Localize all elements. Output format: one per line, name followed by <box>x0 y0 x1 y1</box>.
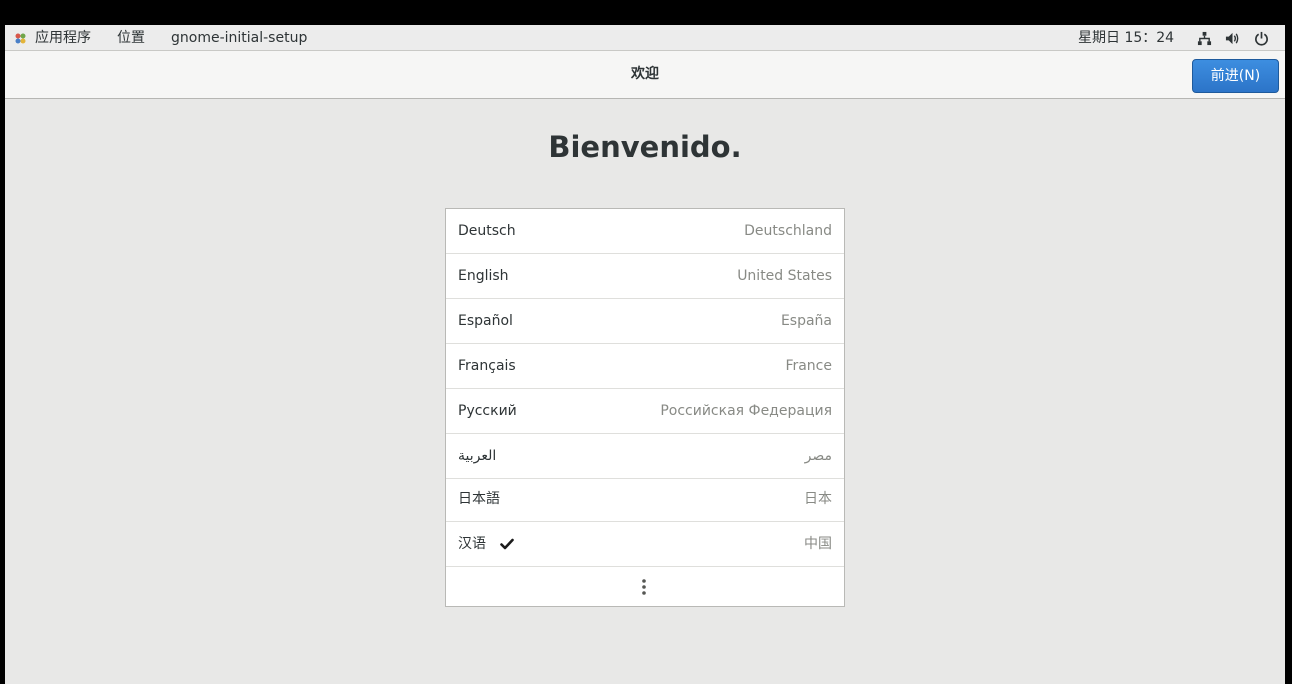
language-name: العربية <box>458 448 497 464</box>
more-languages-button[interactable] <box>446 567 844 606</box>
language-name: 汉语 <box>458 536 486 552</box>
apps-menu[interactable]: 应用程序 <box>35 25 91 51</box>
power-icon[interactable] <box>1254 31 1269 46</box>
volume-icon[interactable] <box>1225 31 1240 46</box>
language-name: 日本語 <box>458 491 500 507</box>
language-region: France <box>785 358 832 374</box>
language-name: Русский <box>458 403 517 419</box>
places-menu[interactable]: 位置 <box>117 25 145 51</box>
language-region: Российская Федерация <box>660 403 832 419</box>
screen: 应用程序 位置 gnome-initial-setup 星期日 15：24 欢迎… <box>5 25 1285 684</box>
language-region: España <box>780 313 832 329</box>
top-panel: 应用程序 位置 gnome-initial-setup 星期日 15：24 <box>5 25 1285 51</box>
language-row-japanese[interactable]: 日本語 日本 <box>446 477 844 522</box>
header-bar: 欢迎 前进(N) <box>5 51 1285 99</box>
language-row-chinese[interactable]: 汉语 中国 <box>446 522 844 567</box>
check-icon <box>500 538 514 550</box>
language-row-english[interactable]: English United States <box>446 254 844 299</box>
language-row-arabic[interactable]: العربية مصر <box>446 434 844 479</box>
language-region: United States <box>737 268 832 284</box>
language-row-francais[interactable]: Français France <box>446 344 844 389</box>
language-region: 日本 <box>804 491 832 507</box>
header-title: 欢迎 <box>631 66 659 82</box>
language-name: English <box>458 268 509 284</box>
language-row-deutsch[interactable]: Deutsch Deutschland <box>446 209 844 254</box>
more-vertical-icon <box>642 579 646 595</box>
language-region: مصر <box>804 448 832 464</box>
language-name: Français <box>458 358 516 374</box>
language-name: Deutsch <box>458 223 516 239</box>
apps-icon <box>15 33 26 44</box>
clock[interactable]: 星期日 15：24 <box>1078 25 1174 51</box>
next-button[interactable]: 前进(N) <box>1192 59 1279 93</box>
language-region: 中国 <box>804 536 832 552</box>
language-list: Deutsch Deutschland English United State… <box>445 208 845 607</box>
language-region: Deutschland <box>744 223 832 239</box>
language-row-espanol[interactable]: Español España <box>446 299 844 344</box>
language-name: Español <box>458 313 513 329</box>
network-icon[interactable] <box>1197 31 1212 46</box>
language-row-russian[interactable]: Русский Российская Федерация <box>446 389 844 434</box>
app-menu[interactable]: gnome-initial-setup <box>171 25 307 51</box>
welcome-title: Bienvenido. <box>548 130 742 164</box>
